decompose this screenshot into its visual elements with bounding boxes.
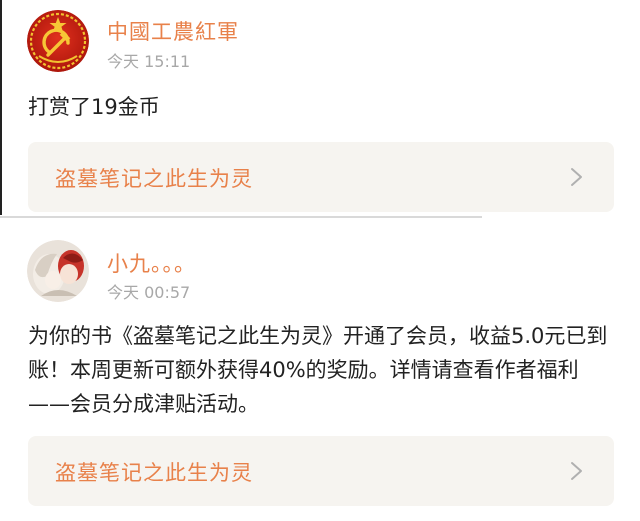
post-card: 中國工農紅軍 今天 15:11 打赏了19金币 盗墓笔记之此生为灵 [0,0,640,218]
chevron-right-icon [571,462,582,480]
hammer-sickle-icon [27,10,89,72]
book-link-card[interactable]: 盗墓笔记之此生为灵 [28,436,614,506]
username[interactable]: 小九。。。 [107,248,196,278]
timestamp: 今天 00:57 [107,283,191,302]
divider [0,216,482,218]
user-avatar[interactable] [27,10,89,72]
user-avatar[interactable] [27,240,89,302]
chevron-right-icon [571,168,582,186]
message-text: 打赏了19金币 [28,95,160,119]
post-card: 小九。。。 今天 00:57 为你的书《盗墓笔记之此生为灵》开通了会员，收益5.… [0,222,640,521]
book-title: 盗墓笔记之此生为灵 [55,461,253,485]
anime-character-icon [27,240,89,302]
username[interactable]: 中國工農紅軍 [107,16,239,46]
notification-feed: 中國工農紅軍 今天 15:11 打赏了19金币 盗墓笔记之此生为灵 小九。。。 [0,0,640,521]
book-title: 盗墓笔记之此生为灵 [55,167,253,191]
timestamp: 今天 15:11 [107,52,191,71]
message-text: 为你的书《盗墓笔记之此生为灵》开通了会员，收益5.0元已到账！本周更新可额外获得… [28,324,608,416]
book-link-card[interactable]: 盗墓笔记之此生为灵 [28,142,614,212]
